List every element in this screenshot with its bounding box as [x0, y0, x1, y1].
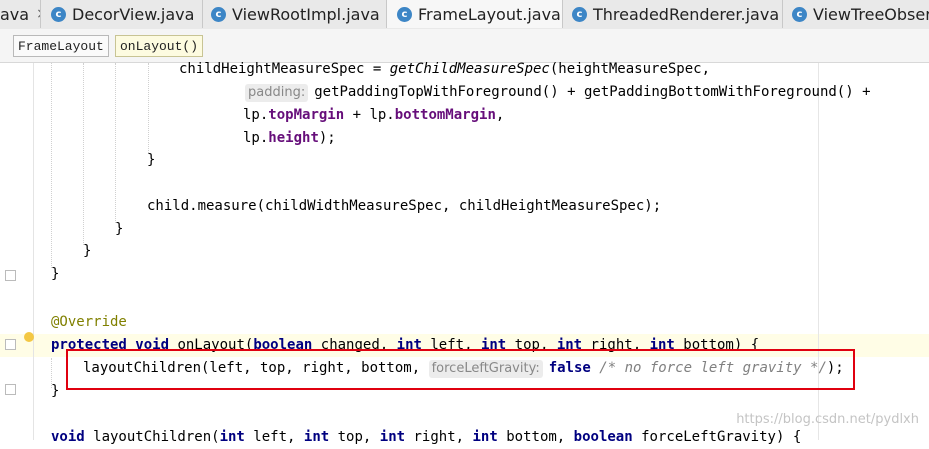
code-line: void layoutChildren(int left, int top, i… — [51, 426, 801, 449]
code-text: layoutChildren( — [85, 429, 220, 445]
indent-guide — [148, 63, 149, 153]
fold-marker-icon[interactable] — [5, 270, 16, 281]
tab-framelayout[interactable]: c FrameLayout.java × — [387, 0, 563, 28]
class-icon: c — [51, 7, 66, 22]
tab-label: FrameLayout.java — [418, 5, 561, 24]
tab-partial[interactable]: ava × — [0, 0, 41, 28]
code-text: top, — [329, 429, 380, 445]
tab-label: ViewTreeObserv — [813, 5, 929, 24]
highlight-box — [66, 349, 855, 390]
code-line: lp.height); — [243, 127, 336, 150]
code-line: padding: getPaddingTopWithForeground() + … — [245, 81, 871, 104]
breadcrumb-method[interactable]: onLayout() — [115, 35, 203, 57]
code-keyword: int — [304, 429, 329, 445]
code-method: getChildMeasureSpec — [390, 61, 550, 77]
class-icon: c — [211, 7, 226, 22]
code-keyword: int — [380, 429, 405, 445]
code-line: } — [147, 149, 155, 172]
fold-marker-icon[interactable] — [5, 339, 16, 350]
indent-guide — [83, 63, 84, 245]
code-text: forceLeftGravity) { — [633, 429, 802, 445]
editor-tab-bar: ava × c DecorView.java × c ViewRootImpl.… — [0, 0, 929, 30]
code-keyword: int — [473, 429, 498, 445]
annotation-line: @Override — [51, 311, 127, 334]
code-text: lp. — [243, 107, 268, 123]
param-hint: padding: — [245, 84, 308, 102]
code-text: right, — [405, 429, 472, 445]
code-line: } — [51, 380, 59, 403]
code-field: bottomMargin — [395, 107, 496, 123]
tab-threadedrenderer[interactable]: c ThreadedRenderer.java × — [563, 0, 783, 28]
code-field: topMargin — [268, 107, 344, 123]
tab-viewtreeobserver[interactable]: c ViewTreeObserv — [783, 0, 929, 28]
tab-decorview[interactable]: c DecorView.java × — [41, 0, 203, 28]
code-text: ); — [319, 130, 336, 146]
tab-viewrootimpl[interactable]: c ViewRootImpl.java × — [203, 0, 387, 28]
code-text: (heightMeasureSpec, — [550, 61, 710, 77]
tab-label: DecorView.java — [72, 5, 194, 24]
breadcrumb-class[interactable]: FrameLayout — [13, 35, 109, 57]
code-text: + lp. — [344, 107, 395, 123]
class-icon: c — [572, 7, 587, 22]
code-line: } — [115, 218, 123, 241]
class-icon: c — [792, 7, 807, 22]
code-text: lp. — [243, 130, 268, 146]
code-line: } — [51, 263, 59, 286]
code-text: , — [496, 107, 504, 123]
code-keyword: int — [220, 429, 245, 445]
code-keyword: void — [51, 429, 85, 445]
code-text: getPaddingTopWithForeground() + getPaddi… — [314, 84, 870, 100]
tab-label: ava — [0, 5, 29, 24]
code-text: left, — [245, 429, 304, 445]
code-text: childHeightMeasureSpec = — [179, 61, 390, 77]
code-text: bottom, — [498, 429, 574, 445]
watermark: https://blog.csdn.net/pydlxh — [736, 412, 919, 427]
indent-guide — [51, 63, 52, 268]
class-icon: c — [397, 7, 412, 22]
tab-label: ThreadedRenderer.java — [593, 5, 779, 24]
code-line: child.measure(childWidthMeasureSpec, chi… — [147, 195, 661, 218]
fold-marker-icon[interactable] — [5, 384, 16, 395]
indent-guide — [115, 63, 116, 223]
code-line: lp.topMargin + lp.bottomMargin, — [243, 104, 504, 127]
code-line: childHeightMeasureSpec = getChildMeasure… — [179, 58, 710, 81]
gutter-divider — [33, 63, 34, 440]
code-line: } — [83, 240, 91, 263]
code-keyword: boolean — [574, 429, 633, 445]
override-marker-icon[interactable] — [24, 332, 34, 342]
code-field: height — [268, 130, 319, 146]
tab-label: ViewRootImpl.java — [232, 5, 380, 24]
